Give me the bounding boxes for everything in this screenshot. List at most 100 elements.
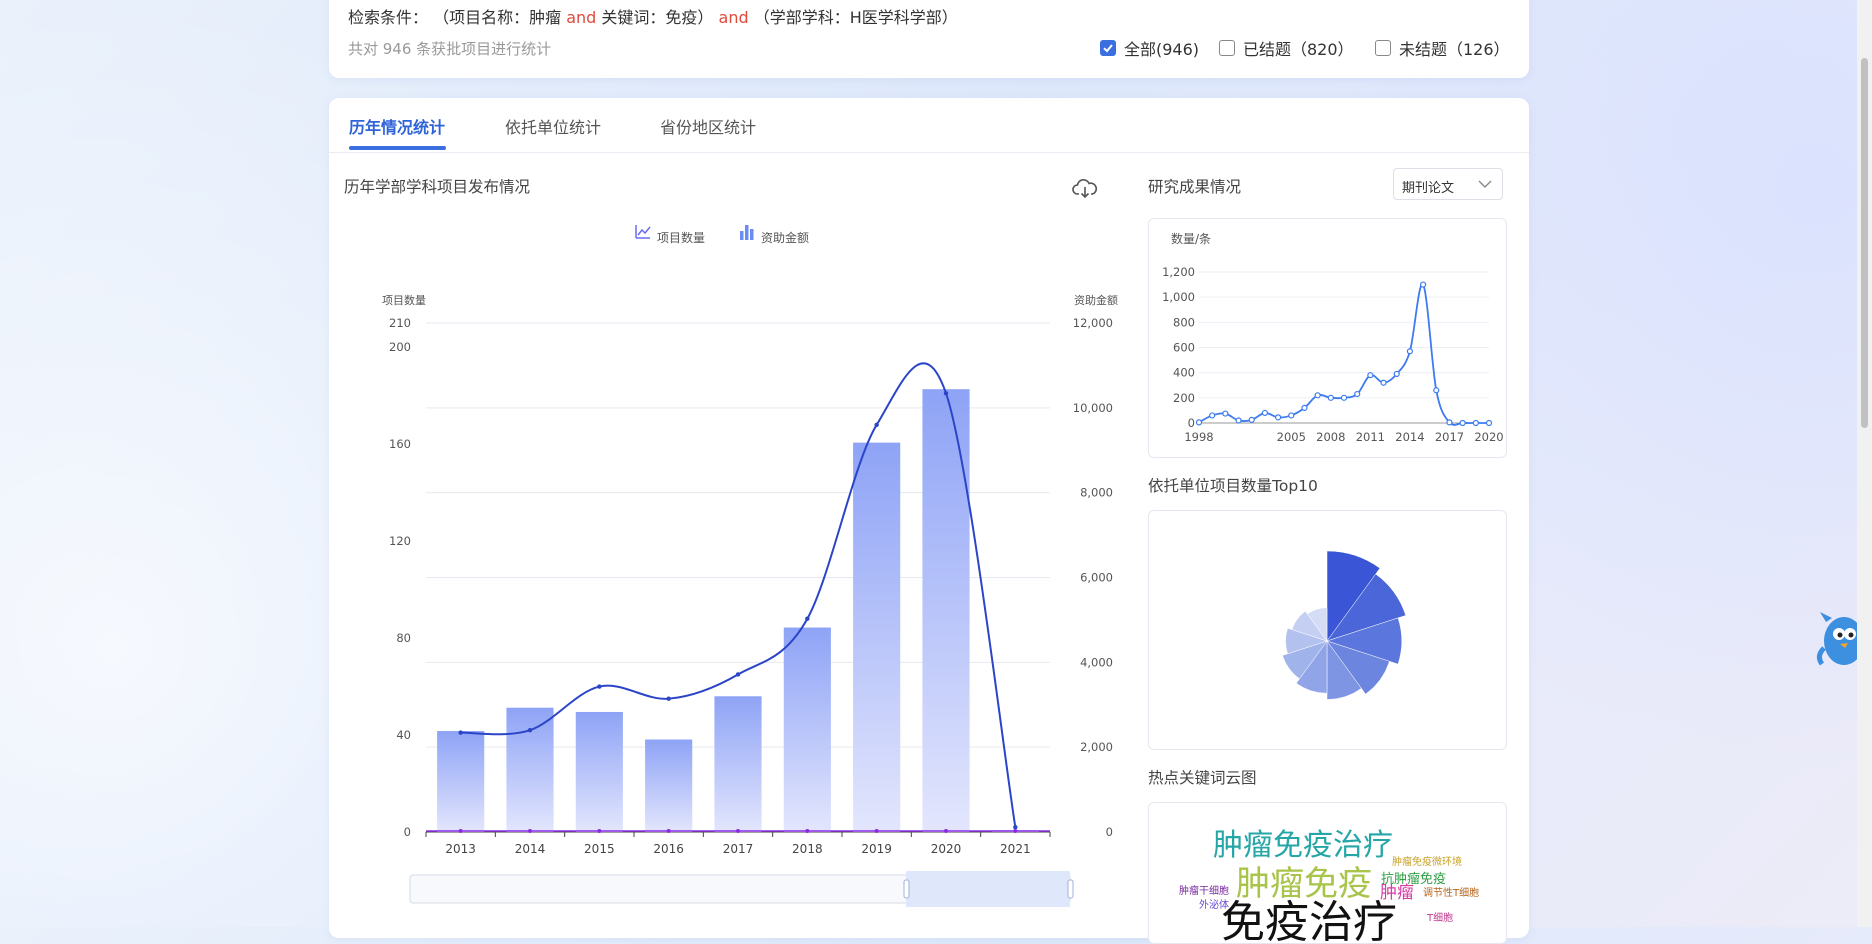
results-point (1195, 419, 1203, 426)
baseline-point (528, 829, 532, 833)
results-point (1380, 379, 1387, 386)
condition-discipline: （学部学科：H医学科学部） (753, 8, 958, 27)
right-tick-label: 0 (1106, 825, 1113, 839)
results-type-value: 期刊论文 (1402, 181, 1455, 196)
left-tick-label: 40 (396, 728, 411, 742)
checkbox-unchecked-icon (1219, 40, 1235, 56)
results-point (1261, 409, 1269, 417)
results-point (1354, 390, 1361, 398)
right-tick-label: 2,000 (1080, 740, 1113, 754)
page-scrollbar[interactable] (1857, 0, 1872, 927)
tab-province[interactable]: 省份地区统计 (660, 114, 756, 138)
data-zoom-slider (409, 871, 1074, 907)
baseline-point (944, 829, 948, 833)
filter-ongoing-checkbox[interactable]: 未结题（126） (1375, 36, 1510, 60)
tab-bar: 历年情况统计 依托单位统计 省份地区统计 (329, 98, 1529, 153)
active-tab-indicator (349, 146, 446, 150)
legend-label: 资助金额 (761, 230, 809, 245)
bar-funding (922, 389, 970, 832)
right-tick-label: 8,000 (1080, 486, 1113, 500)
zoom-handle-right (1067, 879, 1074, 899)
line-point (1013, 824, 1018, 830)
cloud-download-icon[interactable] (1072, 178, 1098, 200)
x-tick-label: 2011 (1356, 430, 1385, 444)
left-axis-title: 项目数量 (382, 294, 426, 307)
results-chart-panel: 数量/条 0 200 400 600 800 1,000 1,200 1998 2005 2008 2… (1148, 218, 1507, 458)
filter-ongoing-label: 未结题（126） (1399, 40, 1510, 59)
bar-funding (437, 731, 485, 832)
word-item: 肿瘤免疫治疗 (1213, 828, 1393, 863)
baseline-point (666, 829, 671, 833)
bar-chart-icon (750, 229, 754, 240)
result-count: 共对 946 条获批项目进行统计 (348, 40, 552, 58)
bar-funding (645, 739, 693, 832)
x-tick-label: 2018 (792, 842, 823, 856)
right-tick-label: 4,000 (1080, 655, 1113, 669)
y-tick-label: 400 (1173, 366, 1195, 380)
results-point (1327, 394, 1334, 401)
zoom-selection (906, 871, 1070, 907)
x-tick-label: 2005 (1277, 430, 1306, 444)
results-type-select[interactable]: 期刊论文 (1393, 168, 1503, 200)
left-tick-label: 210 (389, 316, 411, 330)
results-point (1433, 387, 1440, 394)
checkbox-unchecked-icon (1375, 40, 1391, 56)
line-point (458, 730, 463, 735)
results-point (1393, 370, 1400, 378)
condition-keyword: 关键词：免疫） (601, 8, 714, 27)
tab-institution[interactable]: 依托单位统计 (505, 114, 601, 138)
x-tick-label: 2021 (1000, 842, 1031, 856)
filter-all-label: 全部(946) (1124, 40, 1200, 59)
search-summary-card: 检索条件： （项目名称：肿瘤 and 关键词：免疫） and （学部学科：H医学… (329, 0, 1529, 78)
baseline-point (736, 829, 740, 833)
filter-completed-checkbox[interactable]: 已结题（820） (1219, 36, 1354, 60)
scrollbar-thumb[interactable] (1861, 58, 1868, 428)
right-tick-label: 10,000 (1073, 401, 1113, 415)
main-chart-title: 历年学部学科项目发布情况 (344, 178, 531, 196)
line-point (805, 616, 810, 621)
bar-funding (853, 442, 901, 832)
y-tick-label: 800 (1173, 315, 1195, 329)
baseline-point (874, 829, 879, 833)
y-tick-label: 600 (1173, 341, 1195, 355)
x-tick-label: 2017 (723, 842, 754, 856)
word-item: T细胞 (1427, 913, 1454, 924)
line-point (597, 684, 602, 689)
left-tick-label: 80 (396, 631, 411, 645)
and-operator: and (718, 8, 749, 27)
x-tick-label: 2015 (584, 842, 615, 856)
right-axis-title: 资助金额 (1074, 293, 1118, 307)
results-point (1222, 410, 1229, 417)
x-tick-label: 2014 (515, 842, 546, 856)
assistant-mascot-icon[interactable] (1814, 608, 1858, 678)
results-point (1459, 419, 1466, 427)
results-axis-title: 数量/条 (1171, 231, 1211, 246)
tab-yearly[interactable]: 历年情况统计 (349, 114, 445, 138)
results-point (1209, 412, 1216, 419)
x-tick-label: 2008 (1316, 430, 1345, 444)
word-item: 调节性T细胞 (1423, 888, 1480, 899)
results-point (1367, 372, 1374, 379)
y-tick-label: 0 (1188, 416, 1195, 430)
line-point (943, 391, 949, 396)
line-point (735, 672, 741, 677)
y-tick-label: 1,200 (1162, 265, 1195, 279)
filter-completed-label: 已结题（820） (1243, 40, 1354, 59)
left-tick-label: 120 (389, 534, 411, 548)
word-item: 免疫治疗 (1221, 897, 1397, 944)
and-operator: and (566, 8, 597, 27)
bar-funding (506, 707, 554, 832)
x-tick-label: 2020 (931, 842, 962, 856)
results-point (1248, 416, 1255, 423)
filter-all-checkbox[interactable]: 全部(946) (1100, 36, 1199, 60)
results-title: 研究成果情况 (1148, 178, 1242, 196)
right-tick-label: 6,000 (1080, 571, 1113, 585)
y-tick-label: 1,000 (1162, 290, 1195, 304)
legend-label: 项目数量 (657, 230, 705, 245)
results-point (1314, 392, 1321, 399)
x-tick-label: 2017 (1435, 430, 1464, 444)
search-label: 检索条件： (348, 8, 429, 27)
bar-funding (783, 627, 831, 832)
x-tick-label: 1998 (1184, 430, 1213, 444)
yearly-project-chart: 项目数量 资助金额0408012016020021002,0004,0006,00… (382, 225, 1118, 907)
